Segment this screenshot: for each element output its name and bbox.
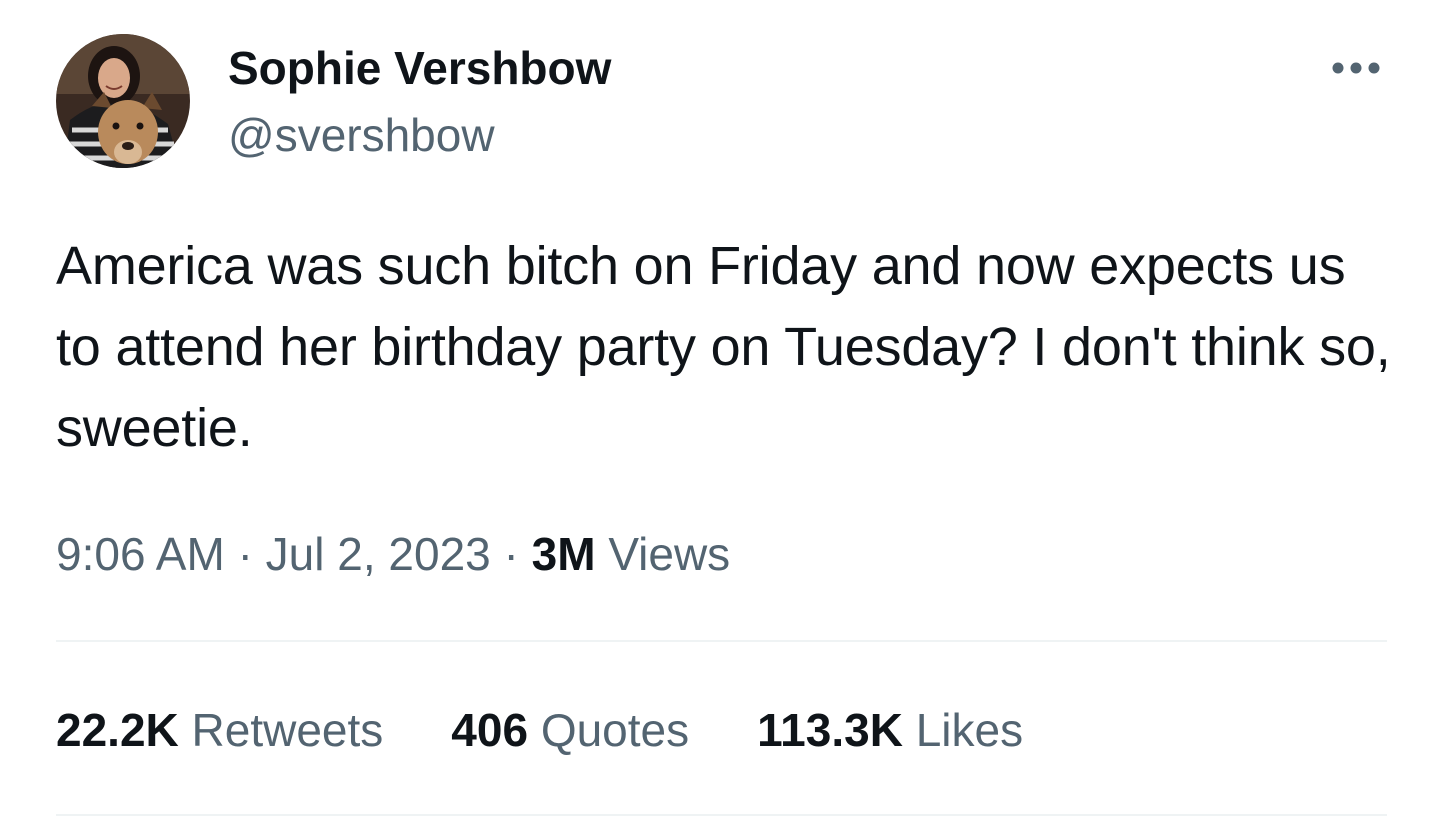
divider — [56, 814, 1387, 816]
likes-label: Likes — [915, 704, 1024, 756]
quotes-count: 406 — [451, 704, 529, 756]
engagement-stats: 22.2K Retweets 406 Quotes 113.3K Likes — [56, 700, 1023, 760]
divider — [56, 640, 1387, 642]
meta-separator: · — [237, 528, 253, 580]
tweet: Sophie Vershbow @svershbow America was s… — [0, 0, 1440, 832]
views-link[interactable]: 3M Views — [532, 528, 731, 580]
meta-separator: · — [503, 528, 519, 580]
retweets-label: Retweets — [191, 704, 384, 756]
tweet-meta: 9:06 AM · Jul 2, 2023 · 3M Views — [56, 524, 730, 584]
views-count: 3M — [531, 528, 596, 580]
tweet-date[interactable]: Jul 2, 2023 — [266, 528, 491, 580]
tweet-time[interactable]: 9:06 AM — [56, 528, 225, 580]
tweet-text: America was such bitch on Friday and now… — [56, 236, 1391, 458]
likes-count: 113.3K — [757, 704, 903, 756]
more-horizontal-icon — [1332, 62, 1380, 74]
quotes-stat[interactable]: 406 Quotes — [451, 700, 689, 760]
avatar-image — [56, 34, 190, 168]
more-options-button[interactable] — [1326, 50, 1386, 86]
retweets-stat[interactable]: 22.2K Retweets — [56, 700, 383, 760]
likes-stat[interactable]: 113.3K Likes — [757, 700, 1023, 760]
retweets-count: 22.2K — [56, 704, 179, 756]
views-label: Views — [608, 528, 731, 580]
author-handle[interactable]: @svershbow — [228, 108, 495, 162]
quotes-label: Quotes — [540, 704, 690, 756]
author-display-name[interactable]: Sophie Vershbow — [228, 42, 611, 94]
avatar[interactable] — [56, 34, 190, 168]
